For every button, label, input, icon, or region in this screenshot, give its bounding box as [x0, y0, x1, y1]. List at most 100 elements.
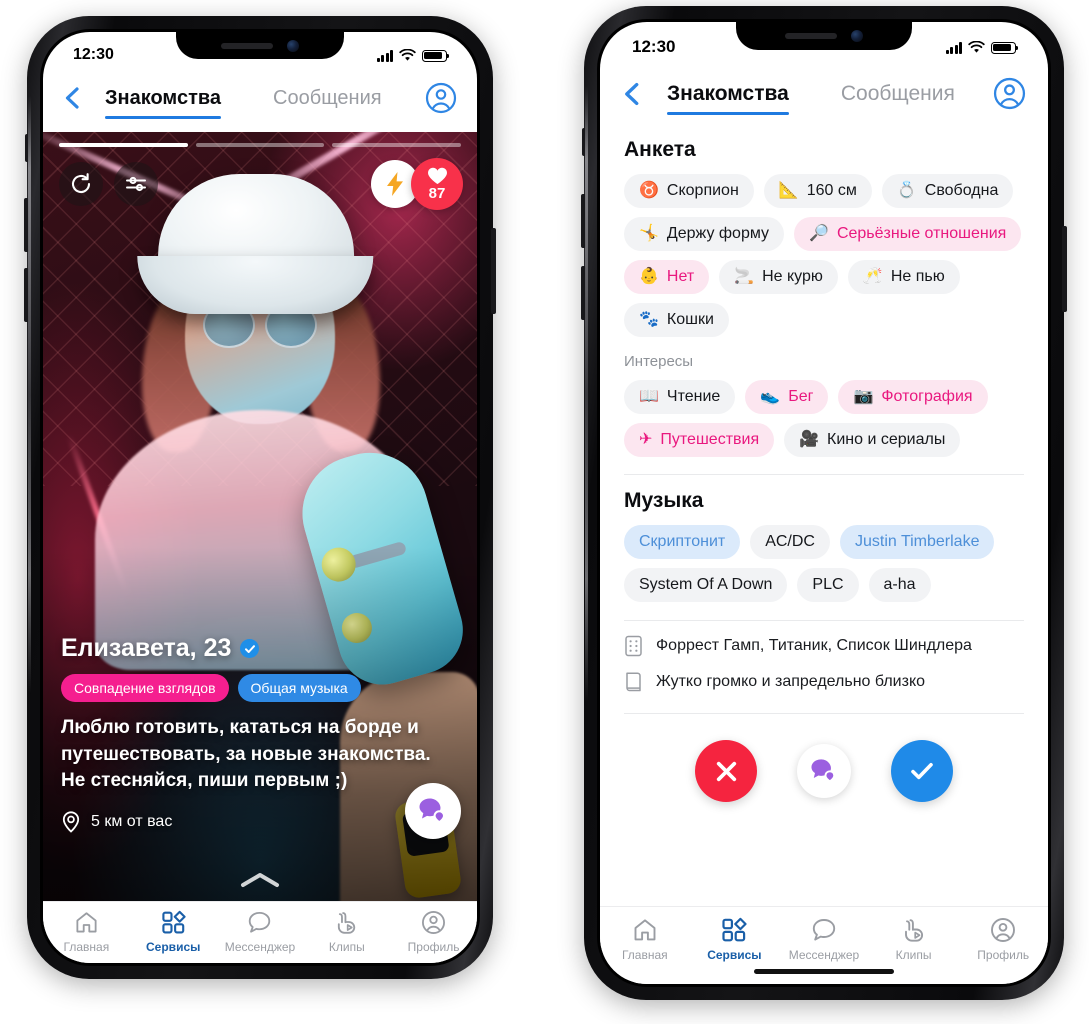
dating-card[interactable]: 87 Елизавета, 23 Совпадение взглядов Общ… — [43, 132, 477, 901]
wifi-icon — [968, 40, 985, 53]
nav-profile[interactable]: Профиль — [958, 917, 1048, 962]
battery-icon — [422, 49, 450, 62]
anketa-chip[interactable]: 🚬 Не курю — [719, 260, 838, 294]
undo-rotate-icon — [71, 173, 91, 193]
nav-clips[interactable]: Клипы — [869, 917, 959, 962]
nav-home[interactable]: Главная — [600, 917, 690, 962]
anketa-chip[interactable]: 🥂 Не пью — [847, 260, 960, 294]
badge-views-match[interactable]: Совпадение взглядов — [61, 674, 229, 703]
tab-znakomstva[interactable]: Знакомства — [667, 82, 789, 115]
home-icon — [634, 919, 656, 941]
chevron-up-icon[interactable] — [238, 869, 282, 891]
nav-home[interactable]: Главная — [43, 910, 130, 954]
back-chevron-icon[interactable] — [61, 85, 83, 111]
music-chip[interactable]: a-ha — [868, 568, 931, 602]
badge-common-music[interactable]: Общая музыка — [237, 674, 361, 703]
message-button[interactable] — [797, 744, 851, 798]
back-chevron-icon[interactable] — [620, 80, 643, 108]
anketa-chip-emoji-icon: 👶 — [639, 268, 659, 285]
music-chip[interactable]: AC/DC — [750, 525, 830, 559]
nav-services[interactable]: Сервисы — [690, 917, 780, 962]
nav-home-label: Главная — [621, 948, 668, 962]
volume-up-button[interactable] — [24, 198, 29, 252]
account-circle-icon[interactable] — [425, 82, 457, 114]
accept-button[interactable] — [891, 740, 953, 802]
anketa-chip[interactable]: 🔎 Серьёзные отношения — [794, 217, 1022, 251]
profile-circle-icon — [422, 911, 446, 934]
anketa-chip-label: Кошки — [666, 311, 714, 328]
interest-chip[interactable]: 🎥 Кино и сериалы — [784, 423, 961, 457]
nav-messenger[interactable]: Мессенджер — [779, 917, 869, 962]
chat-fab-button[interactable] — [405, 783, 461, 839]
profile-details: Анкета ♉ Скорпион 📐 160 см 💍 Свободна 🤸 Держу ф… — [600, 130, 1048, 906]
anketa-chip[interactable]: 🐾 Кошки — [624, 303, 729, 337]
mute-switch[interactable] — [25, 134, 29, 162]
power-button[interactable] — [491, 228, 496, 314]
volume-down-button[interactable] — [24, 268, 29, 322]
account-circle-icon[interactable] — [993, 77, 1026, 110]
photo-progress-bar[interactable] — [59, 143, 462, 147]
nav-services[interactable]: Сервисы — [130, 910, 217, 954]
film-clapper-icon — [625, 635, 642, 657]
filters-button[interactable] — [114, 162, 158, 206]
home-indicator[interactable] — [754, 969, 894, 974]
fact-movies: Форрест Гамп, Титаник, Список Шиндлера — [624, 635, 1024, 657]
undo-button[interactable] — [59, 162, 103, 206]
interest-chip[interactable]: 📖 Чтение — [624, 380, 736, 414]
music-chip[interactable]: Скриптонит — [624, 525, 741, 559]
anketa-chip[interactable]: 📐 160 см — [763, 174, 872, 208]
tab-soobsheniya[interactable]: Сообщения — [273, 87, 382, 110]
nav-profile[interactable]: Профиль — [390, 910, 477, 954]
verified-check-icon — [240, 639, 260, 659]
fact-books: Жутко громко и запредельно близко — [624, 671, 1024, 693]
sliders-filter-icon — [126, 176, 146, 192]
interest-chip[interactable]: 👟 Бег — [745, 380, 829, 414]
mute-switch[interactable] — [582, 128, 586, 156]
header-tabs: Знакомства Сообщения — [667, 82, 993, 115]
interest-chip-label: Фотография — [881, 388, 973, 405]
music-chip[interactable]: System Of A Down — [624, 568, 788, 602]
wifi-icon — [399, 48, 416, 61]
heart-icon — [427, 167, 447, 185]
anketa-chip[interactable]: 👶 Нет — [624, 260, 710, 294]
anketa-chip-label: Не пью — [890, 268, 945, 285]
app-header-left: Знакомства Сообщения — [43, 68, 477, 126]
card-top-right-controls: 87 — [371, 158, 463, 210]
anketa-chip-label: 160 см — [806, 182, 857, 199]
interest-chip-label: Чтение — [666, 388, 721, 405]
distance-row: 5 км от вас — [61, 811, 459, 833]
chat-bubble-icon — [249, 911, 271, 933]
anketa-chip-emoji-icon: 🚬 — [734, 268, 755, 285]
nav-clips-label: Клипы — [895, 948, 932, 962]
clips-icon — [338, 912, 356, 934]
progress-segment — [59, 143, 188, 147]
screenshot-stage: 12:30 Знакомства Сообщения 87 Елизавета,… — [0, 0, 1089, 1024]
music-chip[interactable]: Justin Timberlake — [839, 525, 995, 559]
bottom-nav-right: Главная Сервисы Мессенджер Клипы Профиль — [600, 906, 1048, 984]
frame-edge-highlight — [585, 86, 588, 703]
music-chip[interactable]: PLC — [797, 568, 859, 602]
nav-clips[interactable]: Клипы — [303, 910, 390, 954]
tab-znakomstva[interactable]: Знакомства — [105, 87, 222, 119]
volume-up-button[interactable] — [581, 194, 586, 248]
anketa-chip[interactable]: 💍 Свободна — [881, 174, 1014, 208]
reject-button[interactable] — [695, 740, 757, 802]
battery-icon — [991, 41, 1019, 54]
nav-messenger[interactable]: Мессенджер — [217, 910, 304, 954]
anketa-chip[interactable]: 🤸 Держу форму — [624, 217, 785, 251]
anketa-chip-label: Скорпион — [666, 182, 739, 199]
interest-chip[interactable]: ✈ Путешествия — [624, 423, 775, 457]
card-top-controls — [59, 162, 158, 206]
tab-soobsheniya[interactable]: Сообщения — [841, 82, 955, 106]
interests-chip-list: 📖 Чтение 👟 Бег 📷 Фотография ✈ Путешествия 🎥 Кино … — [624, 380, 1024, 457]
likes-counter-button[interactable]: 87 — [411, 158, 463, 210]
anketa-chip[interactable]: ♉ Скорпион — [624, 174, 754, 208]
anketa-chip-emoji-icon: 🤸 — [639, 225, 659, 242]
power-button[interactable] — [1062, 226, 1067, 312]
interest-chip[interactable]: 📷 Фотография — [838, 380, 988, 414]
volume-down-button[interactable] — [581, 266, 586, 320]
close-x-icon — [716, 761, 736, 781]
distance-text: 5 км от вас — [91, 813, 173, 830]
music-chip-label: Justin Timberlake — [854, 533, 980, 550]
status-time: 12:30 — [632, 37, 676, 56]
